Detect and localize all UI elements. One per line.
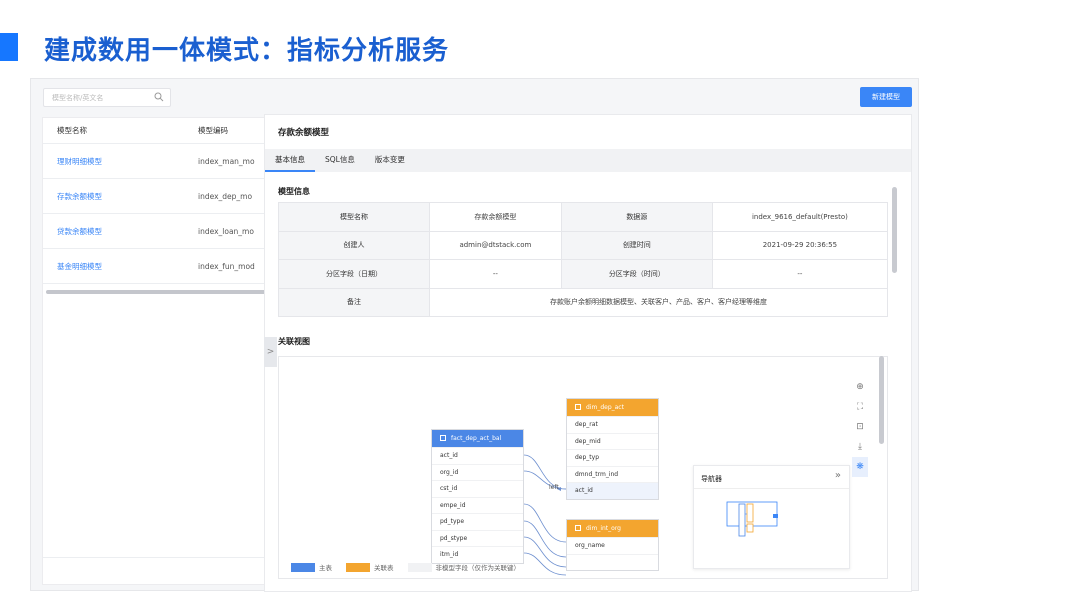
section-relation-view: 关联视图 [278,337,310,346]
app-window: 新建模型 模型名称 模型编码 理财明细模型 index_man_mo 存款余额模… [30,78,919,592]
table-field: dep_mid [567,432,658,450]
download-icon[interactable]: ⤓ [852,437,868,457]
table-field: dep_rat [567,416,658,433]
header-model-code: 模型编码 [198,126,228,135]
detail-title: 存款余额模型 [278,128,330,138]
settings-icon[interactable]: ❋ [852,457,868,477]
list-row[interactable]: 理财明细模型 index_man_mo [43,144,281,179]
collapse-navigator-icon[interactable]: » [835,470,841,481]
info-label: 创建人 [278,230,430,260]
info-label: 模型名称 [278,202,430,232]
model-list-panel: 模型名称 模型编码 理财明细模型 index_man_mo 存款余额模型 ind… [42,117,282,585]
list-row[interactable]: 存款余额模型 index_dep_mo [43,179,281,214]
legend-label: 主表 [319,564,332,572]
table-field: pd_stype [432,529,523,547]
model-name-link[interactable]: 理财明细模型 [43,156,198,167]
new-model-button[interactable]: 新建模型 [860,87,912,107]
table-field: itm_id [432,546,523,563]
table-field: org_id [432,463,523,481]
related-table-header: dim_int_org [567,520,658,537]
info-label: 备注 [278,287,430,317]
table-field-join-key: act_id [567,482,658,499]
minimap[interactable] [694,490,851,570]
fit-view-icon[interactable]: ⛶ [852,397,868,417]
main-table-header: fact_dep_act_bal [432,430,523,447]
legend-swatch-main [291,562,315,572]
table-field: pd_type [432,513,523,530]
info-value: 存款余额模型 [429,202,562,232]
vertical-scrollbar[interactable] [892,187,897,273]
navigator-panel: 导航器 » [693,465,850,569]
select-box-icon[interactable]: ⊡ [852,417,868,437]
graph-toolbar: ⊕ ⛶ ⊡ ⤓ ❋ [852,377,868,477]
join-label: left [549,484,559,491]
list-row[interactable]: 基金明细模型 index_fun_mod [43,249,281,284]
info-value: 2021-09-29 20:36:55 [711,230,889,260]
legend-swatch-related [346,562,370,572]
tab-sql-info[interactable]: SQL信息 [315,149,365,172]
info-value: index_9616_default(Presto) [711,202,889,232]
related-table-node[interactable]: dim_dep_act dep_rat dep_mid dep_typ dmnd… [566,398,659,500]
model-code: index_dep_mo [198,191,253,201]
graph-scrollbar[interactable] [879,356,884,444]
info-value: -- [429,259,562,289]
related-table-header: dim_dep_act [567,399,658,416]
title-accent-bar [0,33,18,61]
zoom-in-icon[interactable]: ⊕ [852,377,868,397]
table-field: act_id [432,447,523,464]
slide-title: 建成数用一体模式：指标分析服务 [44,36,450,66]
search-input[interactable] [44,89,154,106]
table-field: org_name [567,537,658,554]
collapse-panel-handle[interactable]: > [264,337,277,367]
table-field: empe_id [432,496,523,514]
list-header: 模型名称 模型编码 [43,118,281,144]
model-code: index_fun_mod [198,261,255,271]
header-model-name: 模型名称 [57,126,87,135]
related-table-node[interactable]: dim_int_org org_name [566,519,659,571]
navigator-title: 导航器 [701,475,722,483]
info-label: 分区字段（时间） [560,259,713,289]
info-value-remark: 存款账户余额明细数据模型、关联客户、产品、客户、客户经理等维度 [429,287,888,317]
info-label: 数据源 [560,202,713,232]
search-icon[interactable] [154,92,164,102]
model-code: index_loan_mo [198,226,254,236]
main-table-node[interactable]: fact_dep_act_bal act_id org_id cst_id em… [431,429,524,564]
model-name-link[interactable]: 存款余额模型 [43,191,198,202]
relation-graph-canvas[interactable]: left fact_dep_act_bal act_id org_id cst_… [278,356,888,579]
legend-label: 非模型字段（仅作为关联键） [435,564,521,572]
table-icon [440,435,446,441]
graph-legend: 主表 关联表 非模型字段（仅作为关联键） [291,562,534,572]
tab-basic-info[interactable]: 基本信息 [265,149,315,172]
list-row[interactable]: 贷款余额模型 index_loan_mo [43,214,281,249]
table-icon [575,404,581,410]
legend-swatch-non-model [407,562,432,572]
model-code: index_man_mo [198,156,255,166]
tab-version-changes[interactable]: 版本变更 [365,149,415,172]
list-divider [43,557,281,558]
horizontal-scrollbar[interactable] [46,290,276,294]
legend-label: 关联表 [374,564,394,572]
table-field [567,553,658,571]
info-label: 创建时间 [560,230,713,260]
table-field: dmnd_trm_ind [567,465,658,483]
table-field: cst_id [432,480,523,497]
model-detail-drawer: 存款余额模型 基本信息 SQL信息 版本变更 模型信息 模型名称 存款余额模型 … [264,114,912,592]
model-info-table: 模型名称 存款余额模型 数据源 index_9616_default(Prest… [278,202,889,317]
detail-tabs: 基本信息 SQL信息 版本变更 [265,149,911,172]
model-name-link[interactable]: 贷款余额模型 [43,226,198,237]
table-icon [575,525,581,531]
info-value: -- [711,259,889,289]
navigator-divider [694,488,849,489]
table-field: dep_typ [567,449,658,466]
search-box[interactable] [43,88,171,107]
info-value: admin@dtstack.com [429,230,562,260]
section-model-info: 模型信息 [278,187,310,196]
info-label: 分区字段（日期） [278,259,430,289]
model-name-link[interactable]: 基金明细模型 [43,261,198,272]
